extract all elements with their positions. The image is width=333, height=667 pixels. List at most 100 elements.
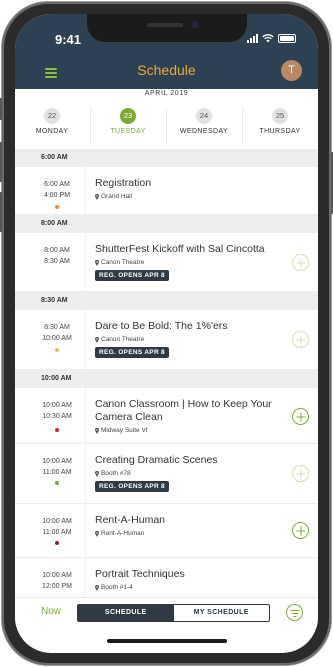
volume-up-button	[0, 142, 2, 182]
event-title: Canon Classroom | How to Keep Your Camer…	[95, 398, 285, 424]
time-group-header: 8:00 AM	[15, 215, 318, 233]
time-group-header: 6:00 AM	[15, 149, 318, 167]
location-name: Booth #1-4	[101, 584, 133, 591]
registration-badge: REG. OPENS APR 8	[95, 347, 169, 358]
start-time: 10:00 AM	[42, 518, 72, 525]
track-color-dot	[55, 481, 59, 485]
location-pin-icon	[95, 193, 99, 200]
start-time: 10:00 AM	[42, 402, 72, 409]
day-number: 24	[196, 108, 212, 124]
location-pin-icon	[95, 470, 99, 477]
event-title-line: Camera Clean	[95, 411, 163, 423]
add-to-schedule-icon[interactable]	[292, 522, 309, 539]
row-divider	[85, 388, 86, 443]
end-time: 4:00 PM	[43, 192, 71, 199]
event-location: Rent-A-Human	[95, 530, 144, 537]
day-tuesday[interactable]: 23 TUESDAY	[91, 108, 165, 135]
event-times: 8:30 AM 10:00 AM	[37, 322, 77, 344]
event-title: ShutterFest Kickoff with Sal Cincotta	[95, 243, 265, 255]
avatar[interactable]: T	[281, 60, 302, 81]
row-divider	[85, 504, 86, 557]
event-row[interactable]: 10:00 AM 11:00 AM Creating Dramatic Scen…	[15, 444, 318, 504]
day-name: TUESDAY	[110, 128, 146, 135]
screen: 9:41 Schedule T APRIL 2019 22 MONDAY 23 …	[15, 14, 318, 653]
front-camera	[191, 21, 199, 29]
location-name: Grand Hall	[101, 193, 133, 200]
status-icons	[247, 34, 296, 43]
event-row[interactable]: 10:00 AM 11:00 AM Rent-A-Human Rent-A-Hu…	[15, 504, 318, 558]
page-title: Schedule	[137, 62, 196, 78]
event-title: Portrait Techniques	[95, 568, 185, 580]
now-button[interactable]: Now	[41, 606, 61, 617]
day-name: MONDAY	[35, 128, 69, 135]
tab-my-schedule[interactable]: MY SCHEDULE	[174, 605, 270, 621]
schedule-list[interactable]: 6:00 AM 6:00 AM 4:00 PM Registration Gra…	[15, 149, 318, 597]
location-name: Booth #78	[101, 470, 131, 477]
start-time: 8:00 AM	[44, 247, 70, 254]
row-divider	[85, 444, 86, 503]
registration-badge: REG. OPENS APR 8	[95, 481, 169, 492]
home-indicator	[107, 639, 227, 643]
event-row[interactable]: 10:00 AM 10:30 AM Canon Classroom | How …	[15, 388, 318, 444]
day-name: THURSDAY	[259, 128, 301, 135]
schedule-toggle: SCHEDULE MY SCHEDULE	[77, 604, 270, 622]
end-time: 8:30 AM	[44, 258, 70, 265]
start-time: 10:00 AM	[42, 572, 72, 579]
notch	[87, 14, 247, 42]
day-name: WEDNESDAY	[179, 128, 229, 135]
event-location: Canon Theatre	[95, 259, 144, 266]
event-location: Booth #1-4	[95, 584, 133, 591]
end-time: 11:00 AM	[42, 469, 72, 476]
event-times: 10:00 AM 12:00 PM	[37, 570, 77, 592]
row-divider	[85, 558, 86, 597]
add-to-schedule-icon[interactable]	[292, 465, 309, 482]
location-name: Canon Theatre	[101, 259, 145, 266]
speaker	[147, 23, 183, 27]
end-time: 11:00 AM	[42, 529, 72, 536]
day-wednesday[interactable]: 24 WEDNESDAY	[167, 108, 241, 135]
start-time: 6:00 AM	[44, 181, 70, 188]
end-time: 12:00 PM	[42, 583, 72, 590]
status-time: 9:41	[55, 32, 82, 47]
row-divider	[85, 310, 86, 369]
day-selector: 22 MONDAY 23 TUESDAY 24 WEDNESDAY 25 THU…	[15, 108, 318, 148]
event-row[interactable]: 8:00 AM 8:30 AM ShutterFest Kickoff with…	[15, 233, 318, 292]
wifi-icon	[262, 34, 274, 43]
day-number: 23	[120, 108, 136, 124]
event-title: Creating Dramatic Scenes	[95, 454, 218, 466]
day-thursday[interactable]: 25 THURSDAY	[243, 108, 317, 135]
event-times: 10:00 AM 10:30 AM	[37, 400, 77, 422]
start-time: 8:30 AM	[44, 324, 70, 331]
day-number: 22	[44, 108, 60, 124]
end-time: 10:30 AM	[42, 413, 72, 420]
end-time: 10:00 AM	[42, 335, 72, 342]
event-times: 6:00 AM 4:00 PM	[37, 179, 77, 201]
track-color-dot	[55, 541, 59, 545]
day-monday[interactable]: 22 MONDAY	[15, 108, 89, 135]
event-times: 10:00 AM 11:00 AM	[37, 456, 77, 478]
start-time: 10:00 AM	[42, 458, 72, 465]
month-label: APRIL 2019	[144, 90, 189, 97]
add-to-schedule-icon[interactable]	[292, 331, 309, 348]
add-to-schedule-icon[interactable]	[292, 408, 309, 425]
event-title: Rent-A-Human	[95, 514, 166, 526]
event-title: Registration	[95, 177, 152, 189]
event-location: Midway Suite VI	[95, 427, 148, 434]
location-name: Canon Theatre	[101, 336, 145, 343]
event-title: Dare to Be Bold: The 1%'ers	[95, 320, 228, 332]
phone-frame: 9:41 Schedule T APRIL 2019 22 MONDAY 23 …	[0, 2, 333, 665]
event-row[interactable]: 6:00 AM 4:00 PM Registration Grand Hall	[15, 167, 318, 215]
location-name: Rent-A-Human	[101, 530, 145, 537]
signal-icon	[247, 34, 258, 43]
event-times: 8:00 AM 8:30 AM	[37, 245, 77, 267]
location-pin-icon	[95, 427, 99, 434]
event-row[interactable]: 10:00 AM 12:00 PM Portrait Techniques Bo…	[15, 558, 318, 597]
event-location: Canon Theatre	[95, 336, 144, 343]
tab-schedule[interactable]: SCHEDULE	[78, 605, 174, 621]
location-pin-icon	[95, 584, 99, 591]
track-color-dot	[55, 428, 59, 432]
row-divider	[85, 167, 86, 214]
filter-icon[interactable]	[286, 604, 303, 621]
event-row[interactable]: 8:30 AM 10:00 AM Dare to Be Bold: The 1%…	[15, 310, 318, 370]
add-to-schedule-icon[interactable]	[292, 254, 309, 271]
